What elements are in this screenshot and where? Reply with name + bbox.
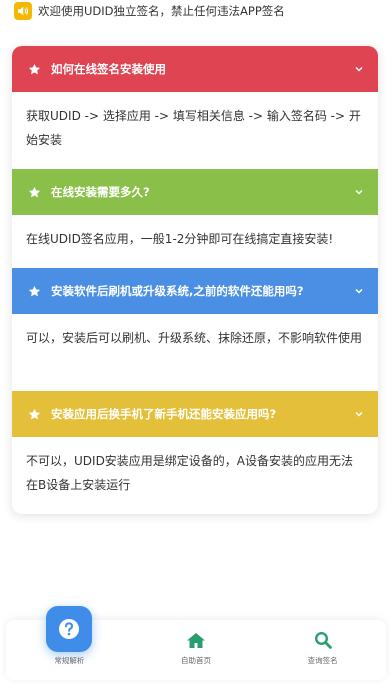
chevron-down-icon (355, 411, 363, 417)
home-icon (187, 633, 205, 648)
faq-question-3[interactable]: 安装软件后刷机或升级系统,之前的软件还能用吗? (12, 268, 378, 314)
speaker-icon (14, 2, 32, 20)
chevron-down-icon (355, 288, 363, 294)
search-icon (314, 631, 332, 649)
star-icon (28, 63, 41, 74)
faq-question-text: 如何在线签名安装使用 (51, 62, 166, 76)
nav-item-search[interactable]: 查询签名 (259, 620, 386, 680)
nav-item-parse[interactable]: 常规解析 (6, 606, 133, 680)
faq-question-text: 安装应用后换手机了新手机还能安装应用吗? (51, 407, 277, 421)
faq-answer-3: 可以，安装后可以刷机、升级系统、抹除还原，不影响软件使用 (26, 331, 363, 345)
nav-label: 常规解析 (54, 656, 85, 665)
faq-question-1[interactable]: 如何在线签名安装使用 (12, 46, 378, 92)
faq-answer-1: 获取UDID -> 选择应用 -> 填写相关信息 -> 输入签名码 -> 开始安… (26, 109, 361, 147)
faq-answer-4: 不可以，UDID安装应用是绑定设备的，A设备安装的应用无法在B设备上安装运行 (26, 454, 354, 492)
chevron-down-icon (355, 66, 363, 72)
star-icon (28, 186, 41, 197)
nav-label: 查询签名 (307, 656, 338, 665)
notice-bar: 欢迎使用UDID独立签名，禁止任何违法APP签名 (14, 0, 285, 22)
chevron-down-icon (355, 189, 363, 195)
notice-text: 欢迎使用UDID独立签名，禁止任何违法APP签名 (38, 4, 285, 18)
faq-card: 如何在线签名安装使用 获取UDID -> 选择应用 -> 填写相关信息 -> 输… (12, 46, 378, 514)
faq-question-4[interactable]: 安装应用后换手机了新手机还能安装应用吗? (12, 391, 378, 437)
bottom-nav: 常规解析 自助首页 查询签名 (6, 606, 386, 680)
question-icon (59, 619, 80, 639)
question-fab-button[interactable] (46, 606, 93, 652)
faq-answer-2: 在线UDID签名应用，一般1-2分钟即可在线搞定直接安装! (26, 232, 334, 246)
faq-question-text: 在线安装需要多久? (51, 185, 150, 199)
nav-item-home[interactable]: 自助首页 (133, 620, 260, 680)
page: 欢迎使用UDID独立签名，禁止任何违法APP签名 如何在线签名安装使用 获取UD… (0, 0, 392, 691)
star-icon (28, 408, 41, 419)
faq-question-2[interactable]: 在线安装需要多久? (12, 169, 378, 215)
faq-question-text: 安装软件后刷机或升级系统,之前的软件还能用吗? (51, 284, 304, 298)
star-icon (28, 285, 41, 296)
nav-label: 自助首页 (181, 656, 211, 665)
